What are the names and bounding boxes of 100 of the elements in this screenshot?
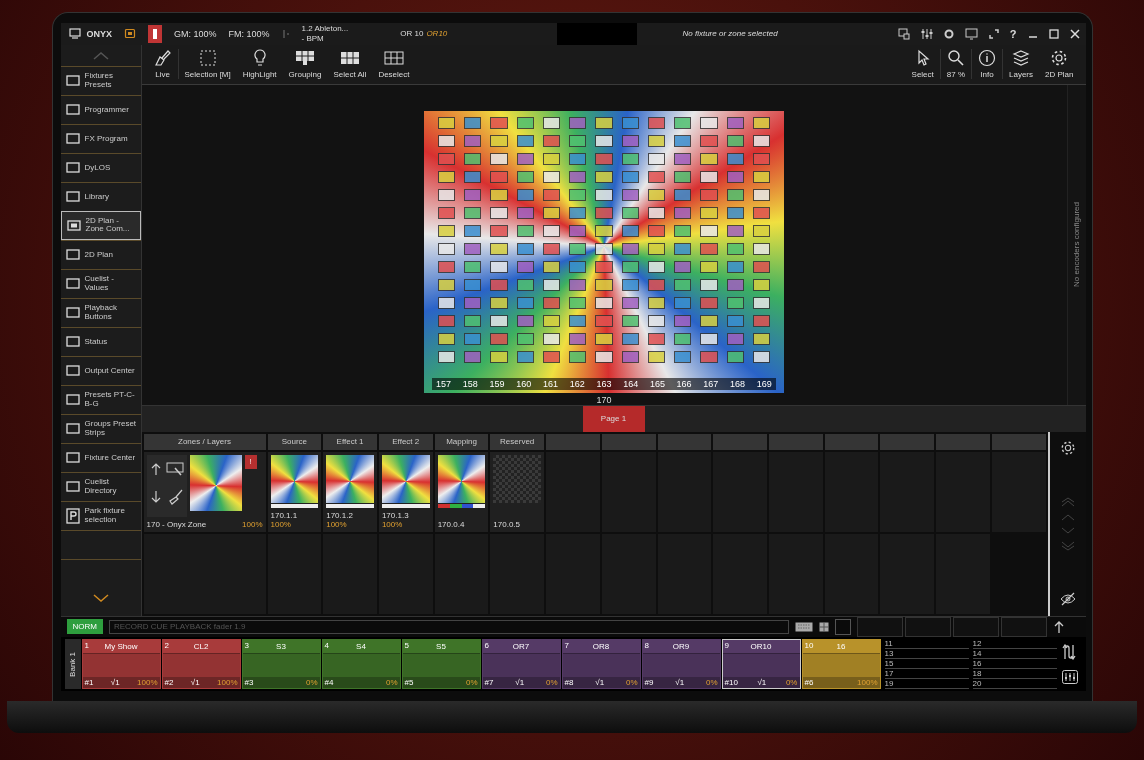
layer-cell[interactable]: 170.0.5 [490,451,545,532]
playback-slot[interactable]: 12 [972,639,1057,649]
arrow-up-icon[interactable] [1052,619,1065,634]
window-icon [65,394,80,406]
toolbar-button[interactable]: 2D Plan [1039,49,1080,80]
grouping-icon [295,49,315,68]
toolbar-button[interactable]: Deselect [372,49,416,80]
playback-slot[interactable]: 16 [972,659,1057,669]
arrow-down-icon[interactable] [149,489,162,504]
toolbar-button[interactable]: Selection [M] [177,49,237,80]
toolbar-button[interactable]: Layers [1002,49,1040,80]
keypad-icon[interactable] [818,621,829,632]
toolbar-button[interactable]: Select [905,49,940,80]
empty-button[interactable] [834,618,851,635]
double-chevron-up-icon[interactable] [1060,496,1075,507]
swap-icon[interactable] [1061,644,1078,660]
select-frame-icon[interactable] [165,461,186,476]
fullscreen-icon[interactable] [988,28,999,39]
level-text: 0% [305,678,318,687]
toolbar-button[interactable]: Info [971,49,1002,80]
chevron-up-icon[interactable] [1060,512,1075,521]
toolbar-button[interactable]: Select All [327,49,373,80]
blackout-icon[interactable] [148,24,162,43]
fixture-number: 168 [730,378,746,389]
playback-slot[interactable]: 14 [972,649,1057,659]
pattern-thumbnail [270,454,319,503]
cue-number: #4 [324,678,334,687]
layer-cell[interactable]: 170.1.1 100% [267,451,322,532]
column-header: Reserved [490,433,545,450]
playback-slot[interactable]: 19 [884,679,969,689]
page-tab[interactable]: Page 1 [582,405,645,432]
playback-button[interactable]: 4 S4 #4 0% [321,639,401,689]
window-icon [65,365,80,377]
playback-button[interactable]: 3 S3 #3 0% [241,639,321,689]
selection-status: No fixture or zone selected [682,29,778,39]
level-text: 0% [465,678,478,687]
record-icon[interactable] [943,28,954,39]
window-icon [65,75,80,87]
fixture-number: 158 [462,378,478,389]
playback-button[interactable]: 7 OR8 #8 √1 0% [561,639,641,689]
playback-button[interactable]: 8 OR9 #9 √1 0% [641,639,721,689]
step-text: √1 [757,678,767,687]
faders-icon[interactable] [1061,670,1078,684]
pattern-thumbnail [326,454,374,503]
playback-button[interactable]: 1 My Show #1 √1 100% [81,639,161,689]
keyboard-icon[interactable] [794,621,813,632]
toolbar-button[interactable]: Grouping [282,49,328,80]
layer-cell[interactable]: 170.1.2 100% [323,451,377,532]
fixture-number: 166 [676,378,692,389]
playback-slot[interactable]: 13 [884,649,969,659]
playback-slot[interactable]: 20 [972,679,1057,689]
playback-button[interactable]: 6 OR7 #7 √1 0% [481,639,561,689]
eye-off-icon[interactable] [1059,591,1076,606]
layer-cell[interactable]: 170.1.3 100% [378,451,433,532]
screen-icon[interactable] [964,27,978,40]
playback-button[interactable]: 10 16 #6 100% [801,639,881,689]
layer-label: 170.1.3 [381,510,409,520]
cue-number: #3 [244,678,254,687]
toolbar-button[interactable]: HighLight [236,49,283,80]
fixture-number: 157 [436,378,452,389]
double-chevron-down-icon[interactable] [1060,540,1075,551]
playback-name: 16 [836,642,846,651]
intensity-text: 100% [242,519,263,529]
encoders-note: No encoders configured [1072,202,1081,288]
help-button[interactable]: ? [1009,27,1017,40]
level-text: 100% [857,678,878,687]
pixel-map-drawing[interactable] [424,110,784,393]
chevron-up-icon[interactable] [92,50,109,60]
bank-selector[interactable]: Bank 1 [64,639,81,689]
window-icon [66,219,81,231]
display-icon[interactable] [124,27,136,40]
toolbar-button[interactable]: Live [147,49,178,80]
sidebar-item[interactable]: 2D Plan - Zone Com... [60,210,141,240]
maximize-icon[interactable] [1048,28,1059,39]
chevron-down-icon[interactable] [92,593,109,603]
playback-button[interactable]: 5 S5 #5 0% [401,639,481,689]
level-text: 0% [625,678,638,687]
playback-slot[interactable]: 18 [972,669,1057,679]
close-icon[interactable] [1069,28,1080,39]
step-text: √1 [110,678,120,687]
windows-icon[interactable] [897,27,910,40]
playback-button[interactable]: 2 CL2 #2 √1 100% [161,639,241,689]
fixture-number: 164 [623,378,639,389]
window-icon [65,191,80,203]
active-cuelist: OR10 [426,29,448,39]
settings-icon[interactable] [1059,439,1076,456]
playback-slot[interactable]: 11 [884,639,969,649]
flash-master: FM: 100% [228,28,270,39]
cuelist-name: OR 10 [400,29,424,39]
playback-button[interactable]: 9 OR10 #10 √1 0% [721,639,801,689]
arrow-up-icon[interactable] [149,461,162,476]
layer-cell[interactable]: 170.0.4 [434,451,489,532]
toolbar-button[interactable]: 87 % [939,49,971,80]
playback-slot[interactable]: 15 [884,659,969,669]
playback-slot[interactable]: 17 [884,669,969,679]
playback-number: 1 [84,641,89,650]
sliders-icon[interactable] [920,27,933,40]
fixture-number: 165 [649,378,665,389]
intensity-text: 100% [381,519,403,529]
cue-number: #1 [84,678,94,687]
